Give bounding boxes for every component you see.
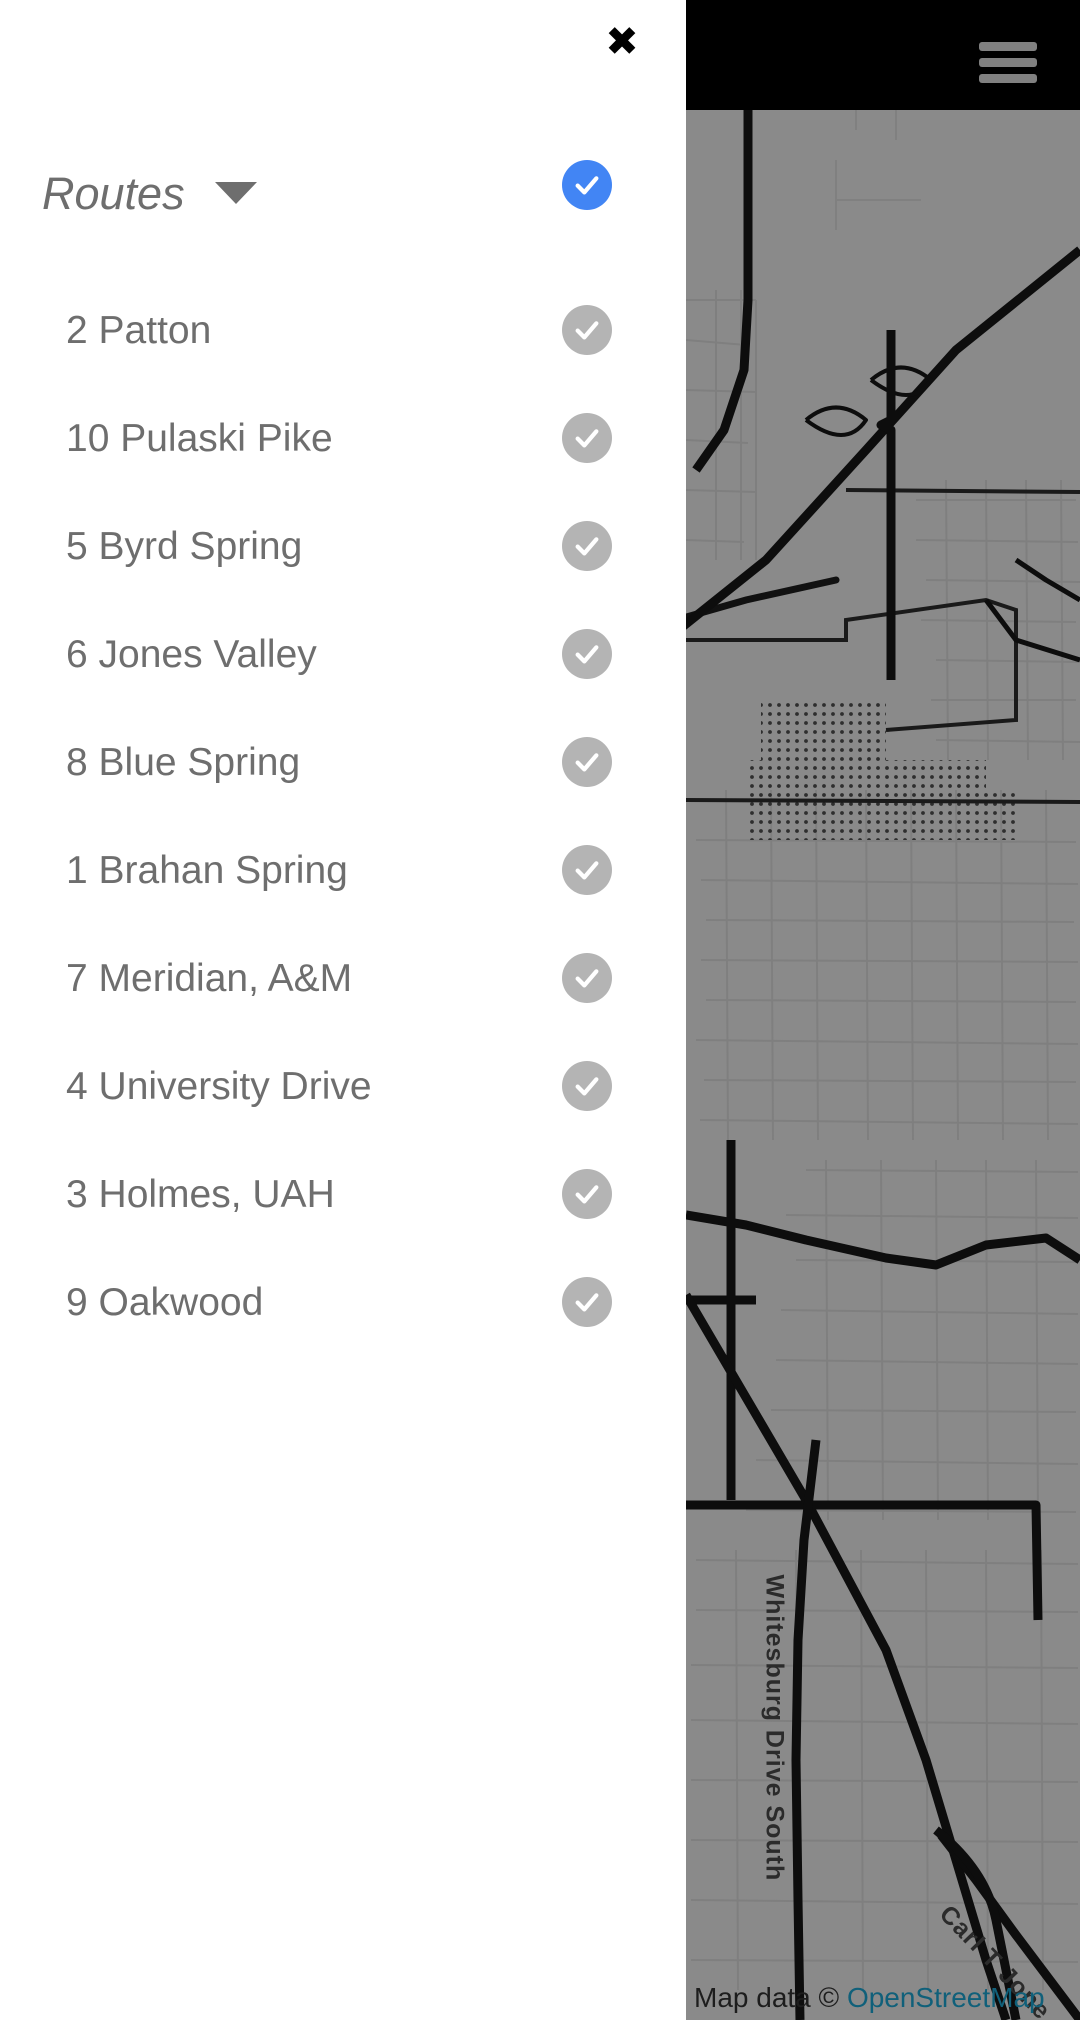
routes-panel: ✖ Routes 2 Patton 10 Pulaski Pike 5 Byrd S…	[0, 0, 686, 2020]
route-label: 4 University Drive	[66, 1064, 372, 1108]
map-vector-layer	[686, 0, 1080, 2020]
routes-master-checkbox[interactable]	[562, 160, 612, 210]
check-icon[interactable]	[562, 1169, 612, 1219]
map-attribution: Map data © OpenStreetMap	[686, 1982, 1045, 2014]
hamburger-bar-3	[979, 74, 1037, 83]
check-icon[interactable]	[562, 1061, 612, 1111]
list-item[interactable]: 2 Patton	[0, 276, 686, 384]
list-item[interactable]: 7 Meridian, A&M	[0, 924, 686, 1032]
hamburger-bar-1	[979, 42, 1037, 51]
check-icon[interactable]	[562, 629, 612, 679]
list-item[interactable]: 9 Oakwood	[0, 1248, 686, 1356]
check-icon[interactable]	[562, 413, 612, 463]
route-label: 2 Patton	[66, 308, 212, 352]
top-app-bar	[686, 0, 1080, 110]
check-icon[interactable]	[562, 305, 612, 355]
check-icon[interactable]	[562, 1277, 612, 1327]
app-root: Whitesburg Drive South Carl T Jone ✖ Rou…	[0, 0, 1080, 2020]
hamburger-menu-icon[interactable]	[979, 42, 1037, 84]
list-item[interactable]: 5 Byrd Spring	[0, 492, 686, 600]
route-list: 2 Patton 10 Pulaski Pike 5 Byrd Spring 6 Jo…	[0, 276, 686, 1356]
list-item[interactable]: 4 University Drive	[0, 1032, 686, 1140]
list-item[interactable]: 3 Holmes, UAH	[0, 1140, 686, 1248]
map-canvas[interactable]: Whitesburg Drive South Carl T Jone	[686, 0, 1080, 2020]
route-label: 6 Jones Valley	[66, 632, 317, 676]
check-icon[interactable]	[562, 160, 612, 210]
chevron-down-icon[interactable]	[214, 182, 257, 204]
route-label: 8 Blue Spring	[66, 740, 301, 784]
panel-header: ✖	[0, 0, 686, 90]
list-item[interactable]: 10 Pulaski Pike	[0, 384, 686, 492]
check-icon[interactable]	[562, 521, 612, 571]
list-item[interactable]: 6 Jones Valley	[0, 600, 686, 708]
list-item[interactable]: 8 Blue Spring	[0, 708, 686, 816]
route-label: 7 Meridian, A&M	[66, 956, 353, 1000]
route-label: 3 Holmes, UAH	[66, 1172, 335, 1216]
hamburger-bar-2	[979, 58, 1037, 67]
page-title: Routes	[42, 167, 185, 219]
check-icon[interactable]	[562, 953, 612, 1003]
list-item[interactable]: 1 Brahan Spring	[0, 816, 686, 924]
route-label: 1 Brahan Spring	[66, 848, 348, 892]
check-icon[interactable]	[562, 845, 612, 895]
close-icon[interactable]: ✖	[604, 22, 640, 62]
check-icon[interactable]	[562, 737, 612, 787]
attribution-prefix: Map data ©	[694, 1982, 847, 2013]
route-label: 10 Pulaski Pike	[66, 416, 333, 460]
route-label: 9 Oakwood	[66, 1280, 264, 1324]
route-label: 5 Byrd Spring	[66, 524, 303, 568]
openstreetmap-link[interactable]: OpenStreetMap	[847, 1982, 1045, 2013]
